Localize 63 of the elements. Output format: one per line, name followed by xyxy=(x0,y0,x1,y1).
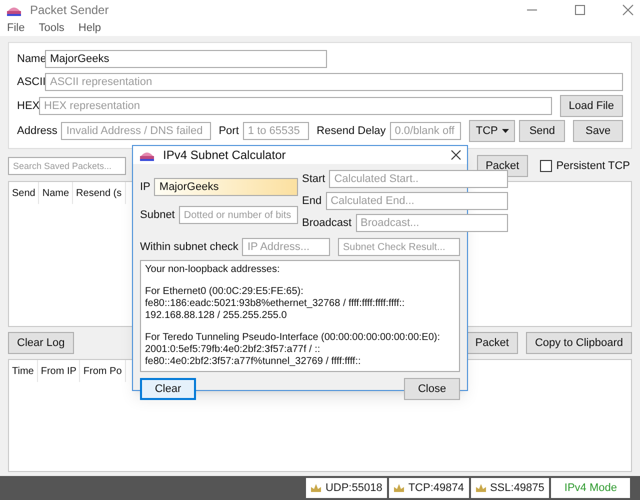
crown-icon xyxy=(394,484,404,492)
clear-log-button[interactable]: Clear Log xyxy=(8,332,74,354)
load-file-button[interactable]: Load File xyxy=(560,95,623,117)
field-label: End xyxy=(302,194,322,209)
status-item: IPv4 Mode xyxy=(551,478,630,498)
column-header[interactable]: From IP xyxy=(38,360,80,382)
field-label: Resend Delay xyxy=(316,124,386,139)
column-header[interactable]: From Po xyxy=(80,360,126,382)
crown-icon xyxy=(311,484,322,492)
column-header[interactable]: Send xyxy=(9,182,40,204)
maximize-icon xyxy=(574,4,586,16)
protocol-dropdown[interactable]: TCP xyxy=(469,120,516,142)
output-line: Your non-loopback addresses: xyxy=(145,264,281,276)
dialog-title: IPv4 Subnet Calculator xyxy=(163,147,286,164)
field-label: Subnet xyxy=(140,208,175,223)
clear-button[interactable]: Clear xyxy=(140,378,196,400)
window-title: Packet Sender xyxy=(30,2,109,19)
copy-button[interactable]: Copy to Clipboard xyxy=(526,332,632,354)
start-field[interactable]: Calculated Start.. xyxy=(329,170,508,188)
subnet-field[interactable]: Dotted or number of bits xyxy=(178,206,298,224)
column-header[interactable]: Resend (s xyxy=(73,182,126,204)
save-button[interactable]: Save xyxy=(573,120,623,142)
hex-field[interactable]: HEX representation xyxy=(39,97,552,115)
menu-item[interactable]: Tools xyxy=(38,20,66,36)
output-line: fe80::186:eadc:5021:93b8%ethernet_32768 / ffff:ffff:ffff:ffff:: xyxy=(145,298,406,310)
status-item: TCP:49874 xyxy=(389,478,469,498)
broadcast-field[interactable]: Broadcast... xyxy=(356,214,508,232)
status-item: SSL:49875 xyxy=(470,478,550,498)
field-label: Persistent TCP xyxy=(556,158,630,174)
port-field[interactable]: 1 to 65535 xyxy=(242,122,309,140)
search-field[interactable]: Search Saved Packets... xyxy=(8,157,126,175)
status-item: UDP:55018 xyxy=(306,478,388,498)
column-header[interactable]: Name xyxy=(39,182,74,204)
end-field[interactable]: Calculated End... xyxy=(326,192,508,210)
checkbox[interactable] xyxy=(540,160,552,172)
field-label: Within subnet check xyxy=(140,240,238,255)
field-label: Address xyxy=(17,124,58,139)
output-line: fe80::4e0:2bf2:3f57:a77f%tunnel_32769 / ffff:ffff:: xyxy=(145,356,362,368)
output-line: For Ethernet0 (00:0C:29:E5:FE:65): xyxy=(145,286,304,298)
close-icon xyxy=(622,4,634,16)
output-line: For Teredo Tunneling Pseudo-Interface (00:00:00:00:00:00:00:E0): xyxy=(145,332,442,344)
menu-item[interactable]: Help xyxy=(77,20,102,36)
resend-delay-field[interactable]: 0.0/blank off xyxy=(390,122,462,140)
output-line: 2001:0:5ef5:79fb:4e0:2bf2:3f57:a77f / :: xyxy=(145,344,322,356)
field-label: Port xyxy=(218,124,239,139)
packet-button[interactable]: Packet xyxy=(466,332,518,354)
output-line: 192.168.88.128 / 255.255.255.0 xyxy=(145,310,288,322)
crown-icon xyxy=(476,484,486,492)
ascii-field[interactable]: ASCII representation xyxy=(45,73,623,91)
field-label: IP xyxy=(140,180,150,195)
column-header[interactable]: Time xyxy=(9,360,38,382)
ip-field[interactable]: MajorGeeks xyxy=(154,178,298,196)
ip-address-field[interactable]: IP Address... xyxy=(242,238,330,256)
menu-item[interactable]: File xyxy=(6,20,26,36)
close-button[interactable]: Close xyxy=(404,378,460,400)
check-result-field[interactable]: Subnet Check Result... xyxy=(338,238,460,256)
field-label: Start xyxy=(302,172,326,187)
close-icon xyxy=(451,150,461,160)
field-label: Broadcast xyxy=(302,216,352,231)
name-field[interactable]: MajorGeeks xyxy=(45,50,327,68)
address-field[interactable]: Invalid Address / DNS failed xyxy=(61,122,211,140)
send-button[interactable]: Send xyxy=(519,120,566,142)
caret-icon xyxy=(502,129,509,133)
